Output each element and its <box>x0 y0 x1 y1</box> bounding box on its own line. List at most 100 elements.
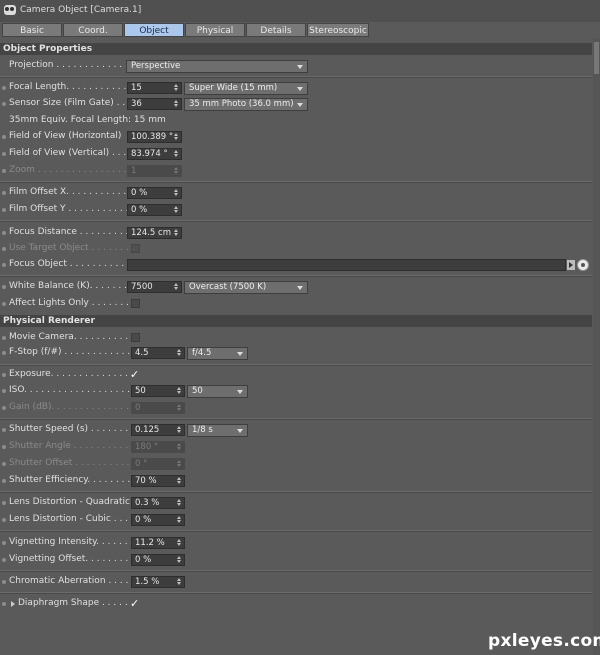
row-film-offset-y: Film Offset Y . . . . . . . . . . . 0 % <box>0 203 592 217</box>
spinner-arrows-icon[interactable] <box>177 516 182 524</box>
spinner-arrows-icon[interactable] <box>177 387 182 395</box>
animation-dot-icon[interactable] <box>2 302 6 306</box>
lens-distortion-cubic-input[interactable]: 0 % <box>131 514 185 526</box>
animation-dot-icon[interactable] <box>2 373 6 377</box>
shutter-efficiency-input[interactable]: 70 % <box>131 475 185 487</box>
white-balance-input[interactable]: 7500 <box>127 281 182 293</box>
spinner-arrows-icon[interactable] <box>177 499 182 507</box>
separator <box>0 364 592 366</box>
iso-input[interactable]: 50 <box>131 385 185 397</box>
film-offset-x-input[interactable]: 0 % <box>127 187 182 199</box>
animation-dot-icon[interactable] <box>2 285 6 289</box>
focal-length-preset-dropdown[interactable]: Super Wide (15 mm) <box>184 82 308 95</box>
row-shutter-offset: Shutter Offset . . . . . . . . . . 0 ° <box>0 457 592 471</box>
spinner-arrows-icon <box>177 404 182 412</box>
diaphragm-shape-checkbox-checked[interactable]: ✓ <box>130 597 139 610</box>
tab-basic[interactable]: Basic <box>2 23 62 37</box>
chromatic-aberration-input[interactable]: 1.5 % <box>131 576 185 588</box>
animation-dot-icon[interactable] <box>2 135 6 139</box>
spinner-arrows-icon[interactable] <box>177 539 182 547</box>
projection-dropdown[interactable]: Perspective <box>126 60 308 73</box>
fov-vertical-input[interactable]: 83.974 ° <box>127 148 182 160</box>
animation-dot-icon[interactable] <box>2 102 6 106</box>
spinner-arrows-icon[interactable] <box>174 100 179 108</box>
movie-camera-checkbox[interactable] <box>131 333 140 342</box>
sensor-size-input[interactable]: 36 <box>127 98 182 110</box>
focus-distance-value: 124.5 cm <box>131 228 171 238</box>
affect-lights-only-checkbox[interactable] <box>131 299 140 308</box>
fstop-preset-dropdown[interactable]: f/4.5 <box>187 347 248 360</box>
spinner-arrows-icon[interactable] <box>177 426 182 434</box>
animation-dot-icon[interactable] <box>2 602 6 606</box>
vignetting-offset-input[interactable]: 0 % <box>131 554 185 566</box>
equiv-focal-length-text: 35mm Equiv. Focal Length: 15 mm <box>9 115 166 125</box>
spinner-arrows-icon[interactable] <box>177 578 182 586</box>
shutter-speed-input[interactable]: 0.125 <box>131 424 185 436</box>
spinner-arrows-icon[interactable] <box>177 477 182 485</box>
spinner-arrows-icon[interactable] <box>174 229 179 237</box>
spinner-arrows-icon[interactable] <box>174 133 179 141</box>
animation-dot-icon[interactable] <box>2 558 6 562</box>
tab-details[interactable]: Details <box>246 23 306 37</box>
separator <box>0 418 592 420</box>
vignetting-intensity-input[interactable]: 11.2 % <box>131 537 185 549</box>
animation-dot-icon[interactable] <box>2 541 6 545</box>
exposure-checkbox-checked[interactable]: ✓ <box>130 368 139 381</box>
white-balance-preset: Overcast (7500 K) <box>189 282 267 292</box>
spinner-arrows-icon[interactable] <box>174 84 179 92</box>
spinner-arrows-icon[interactable] <box>177 349 182 357</box>
sensor-size-preset-dropdown[interactable]: 35 mm Photo (36.0 mm) <box>184 98 308 111</box>
spinner-arrows-icon[interactable] <box>174 150 179 158</box>
object-picker-icon[interactable] <box>577 259 589 271</box>
animation-dot-icon[interactable] <box>2 208 6 212</box>
spinner-arrows-icon <box>177 443 182 451</box>
row-white-balance: White Balance (K). . . . . . . . 7500 Ov… <box>0 280 592 294</box>
row-focal-length: Focal Length. . . . . . . . . . . . 15 S… <box>0 81 592 95</box>
expand-triangle-icon[interactable] <box>11 601 15 607</box>
tab-stereoscopic[interactable]: Stereoscopic <box>307 23 369 37</box>
spinner-arrows-icon[interactable] <box>177 556 182 564</box>
vertical-scrollbar[interactable] <box>593 38 600 655</box>
separator <box>0 570 592 572</box>
animation-dot-icon[interactable] <box>2 580 6 584</box>
focus-object-link-field[interactable] <box>127 259 566 271</box>
animation-dot-icon[interactable] <box>2 479 6 483</box>
row-gain: Gain (dB). . . . . . . . . . . . . . . 0 <box>0 401 592 415</box>
fstop-input[interactable]: 4.5 <box>131 347 185 359</box>
fov-horizontal-input[interactable]: 100.389 ° <box>127 131 182 143</box>
spinner-arrows-icon[interactable] <box>174 189 179 197</box>
zoom-value: 1 <box>131 166 137 176</box>
animation-dot-icon[interactable] <box>2 231 6 235</box>
link-menu-arrow-icon[interactable] <box>567 260 575 270</box>
iso-preset-dropdown[interactable]: 50 <box>187 385 248 398</box>
lens-distortion-quadratic-input[interactable]: 0.3 % <box>131 497 185 509</box>
separator <box>0 181 592 183</box>
focal-length-input[interactable]: 15 <box>127 82 182 94</box>
sensor-size-preset: 35 mm Photo (36.0 mm) <box>189 99 294 109</box>
tab-coord[interactable]: Coord. <box>63 23 123 37</box>
fov-horizontal-label: Field of View (Horizontal) <box>9 131 122 141</box>
focus-distance-input[interactable]: 124.5 cm <box>127 227 182 239</box>
animation-dot-icon[interactable] <box>2 152 6 156</box>
film-offset-y-input[interactable]: 0 % <box>127 204 182 216</box>
animation-dot-icon[interactable] <box>2 86 6 90</box>
scrollbar-thumb[interactable] <box>594 42 599 74</box>
tab-physical[interactable]: Physical <box>185 23 245 37</box>
animation-dot-icon[interactable] <box>2 501 6 505</box>
animation-dot-icon[interactable] <box>2 389 6 393</box>
white-balance-preset-dropdown[interactable]: Overcast (7500 K) <box>184 281 308 294</box>
animation-dot-icon[interactable] <box>2 263 6 267</box>
shutter-speed-preset-dropdown[interactable]: 1/8 s <box>187 424 248 437</box>
camera-attributes-panel: Camera Object [Camera.1] Basic Coord. Ob… <box>0 0 600 655</box>
animation-dot-icon[interactable] <box>2 518 6 522</box>
animation-dot-icon[interactable] <box>2 428 6 432</box>
animation-dot-icon[interactable] <box>2 351 6 355</box>
tab-object[interactable]: Object <box>124 23 184 37</box>
focus-distance-label: Focus Distance . . . . . . . . . . <box>9 227 135 237</box>
row-iso: ISO. . . . . . . . . . . . . . . . . . .… <box>0 384 592 398</box>
animation-dot-icon[interactable] <box>2 336 6 340</box>
animation-dot-icon[interactable] <box>2 191 6 195</box>
spinner-arrows-icon[interactable] <box>174 283 179 291</box>
iso-value: 50 <box>135 386 146 396</box>
spinner-arrows-icon[interactable] <box>174 206 179 214</box>
